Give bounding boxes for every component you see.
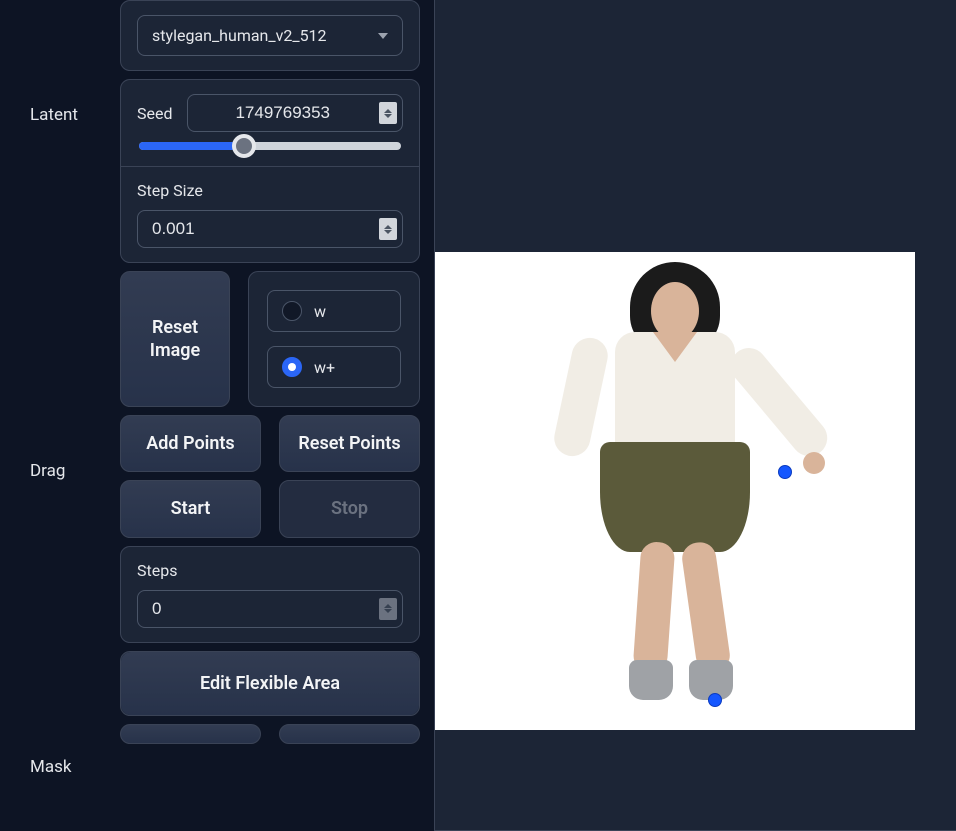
step-size-stepper[interactable] xyxy=(379,218,397,240)
seed-slider-thumb[interactable] xyxy=(232,134,256,158)
section-label-latent: Latent xyxy=(30,105,120,125)
seed-label: Seed xyxy=(137,104,173,123)
latent-space-panel: w w+ xyxy=(248,271,420,407)
radio-w-circle xyxy=(282,301,302,321)
figure-illustration xyxy=(555,252,795,712)
extra-button-2[interactable] xyxy=(279,724,420,744)
radio-w-plus-circle xyxy=(282,357,302,377)
radio-w-plus[interactable]: w+ xyxy=(267,346,401,388)
section-label-mask: Mask xyxy=(30,757,120,777)
step-size-input[interactable] xyxy=(137,210,403,248)
seed-stepper[interactable] xyxy=(379,102,397,124)
seed-slider[interactable] xyxy=(139,142,401,150)
image-canvas[interactable] xyxy=(434,0,956,831)
drag-point[interactable] xyxy=(778,465,792,479)
stop-button[interactable]: Stop xyxy=(279,480,420,537)
chevron-down-icon xyxy=(378,33,388,39)
add-points-button[interactable]: Add Points xyxy=(120,415,261,472)
section-label-drag: Drag xyxy=(30,461,120,481)
model-panel: stylegan_human_v2_512 xyxy=(120,0,420,71)
radio-w[interactable]: w xyxy=(267,290,401,332)
steps-panel: Steps xyxy=(120,546,420,643)
reset-image-button[interactable]: Reset Image xyxy=(120,271,230,407)
radio-w-label: w xyxy=(314,302,326,321)
model-select[interactable]: stylegan_human_v2_512 xyxy=(137,15,403,56)
steps-input[interactable] xyxy=(137,590,403,628)
steps-stepper[interactable] xyxy=(379,598,397,620)
reset-points-button[interactable]: Reset Points xyxy=(279,415,420,472)
step-size-label: Step Size xyxy=(137,181,403,200)
extra-button-1[interactable] xyxy=(120,724,261,744)
generated-image[interactable] xyxy=(435,252,915,730)
radio-w-plus-label: w+ xyxy=(314,358,335,377)
latent-panel: Seed Step Size xyxy=(120,79,420,263)
seed-input[interactable] xyxy=(187,94,404,132)
model-select-value: stylegan_human_v2_512 xyxy=(152,26,327,45)
mask-panel: Edit Flexible Area xyxy=(120,651,420,716)
steps-label: Steps xyxy=(137,561,403,580)
drag-point[interactable] xyxy=(708,693,722,707)
edit-flexible-area-button[interactable]: Edit Flexible Area xyxy=(121,652,419,715)
start-button[interactable]: Start xyxy=(120,480,261,537)
